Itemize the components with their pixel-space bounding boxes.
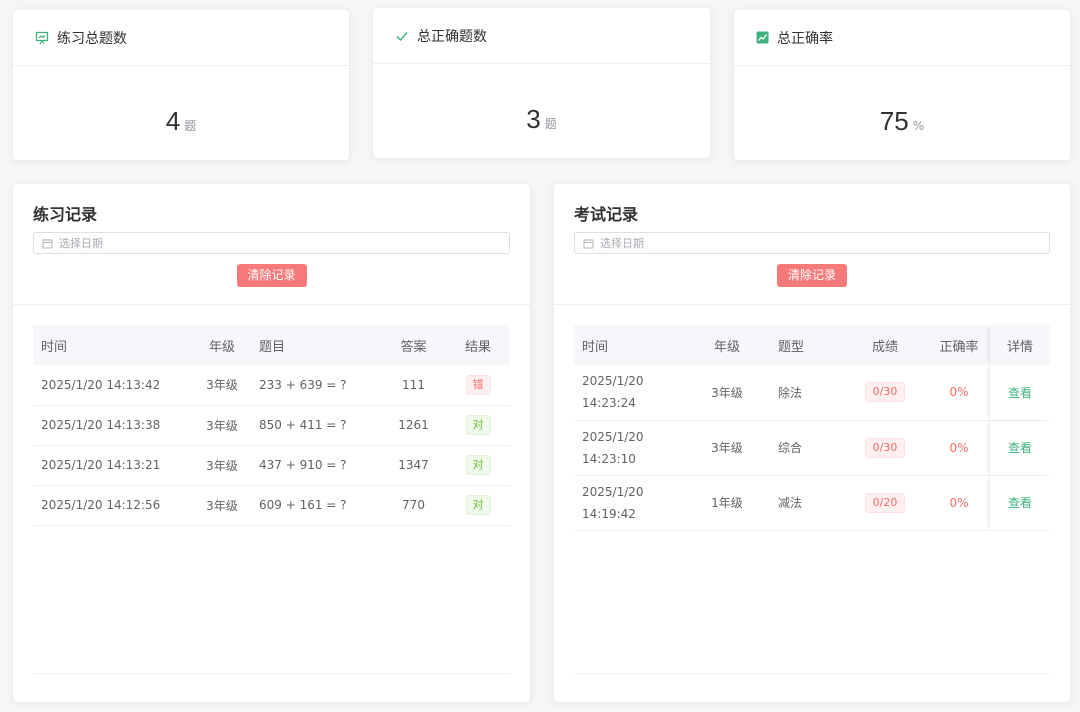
- cell-time: 2025/1/20 14:13:21: [33, 445, 193, 486]
- exam-date-picker[interactable]: 选择日期: [574, 232, 1050, 254]
- stat-label: 总正确题数: [417, 28, 487, 45]
- cell-accuracy: 0%: [928, 420, 990, 476]
- column-header-type: 题型: [770, 325, 842, 365]
- cell-answer: 1347: [381, 445, 446, 486]
- stat-unit: 题: [544, 117, 557, 131]
- column-header-question: 题目: [251, 325, 381, 365]
- cell-time: 2025/1/20 14:19:42: [574, 475, 684, 531]
- stat-value: 3: [526, 104, 541, 134]
- table-row: 2025/1/20 14:13:42 3年级 233 + 639 = ? 111…: [33, 365, 510, 406]
- stat-label: 总正确率: [777, 30, 833, 47]
- stat-unit: %: [912, 119, 925, 133]
- view-detail-link[interactable]: 查看: [1008, 496, 1032, 510]
- table-header-row: 时间 年级 题型 成绩 正确率 详情: [574, 325, 1050, 365]
- cell-clock: 14:23:10: [582, 451, 636, 466]
- stat-card-total-correct: 总正确题数 3 题: [373, 8, 710, 158]
- stat-card-header: 总正确题数: [373, 8, 710, 64]
- cell-grade: 1年级: [684, 475, 770, 531]
- cell-date: 2025/1/20: [582, 484, 644, 499]
- cell-grade: 3年级: [684, 420, 770, 476]
- column-header-time: 时间: [574, 325, 684, 365]
- cell-answer: 770: [381, 485, 446, 526]
- table-row: 2025/1/20 14:12:56 3年级 609 + 161 = ? 770…: [33, 485, 510, 526]
- cell-clock: 14:23:24: [582, 396, 636, 411]
- cell-time: 2025/1/20 14:12:56: [33, 485, 193, 526]
- view-detail-link[interactable]: 查看: [1008, 386, 1032, 400]
- score-tag: 0/30: [864, 382, 906, 403]
- score-tag: 0/30: [864, 437, 906, 458]
- score-tag: 0/20: [864, 492, 906, 513]
- result-tag-right: 对: [465, 415, 491, 435]
- cell-grade: 3年级: [193, 445, 251, 486]
- table-row: 2025/1/20 14:13:21 3年级 437 + 910 = ? 134…: [33, 445, 510, 486]
- cell-time: 2025/1/20 14:13:38: [33, 405, 193, 446]
- cell-question: 609 + 161 = ?: [251, 485, 381, 526]
- table-bottom-border: [33, 673, 510, 674]
- column-header-grade: 年级: [193, 325, 251, 365]
- stat-card-header: 总正确率: [734, 10, 1070, 66]
- presentation-chart-icon: [35, 31, 49, 45]
- cell-time: 2025/1/20 14:13:42: [33, 365, 193, 406]
- stat-card-header: 练习总题数: [13, 10, 349, 66]
- result-tag-wrong: 错: [465, 374, 491, 395]
- cell-date: 2025/1/20: [582, 429, 644, 444]
- cell-accuracy: 0%: [928, 475, 990, 531]
- column-header-grade: 年级: [684, 325, 770, 365]
- trend-chart-icon: [756, 31, 769, 44]
- practice-records-title: 练习记录: [33, 205, 98, 224]
- stat-unit: 题: [184, 119, 197, 133]
- column-header-score: 成绩: [842, 325, 928, 365]
- column-header-time: 时间: [33, 325, 193, 365]
- cell-grade: 3年级: [193, 365, 251, 406]
- cell-type: 除法: [770, 365, 842, 421]
- exam-records-card: 考试记录 选择日期 清除记录 时间 年级 题型 成绩 正确率 详情 2025/1…: [554, 184, 1070, 702]
- cell-clock: 14:19:42: [582, 506, 636, 521]
- cell-question: 233 + 639 = ?: [251, 365, 381, 406]
- clear-exam-records-button[interactable]: 清除记录: [776, 264, 848, 287]
- date-placeholder: 选择日期: [600, 237, 644, 250]
- practice-records-card: 练习记录 选择日期 清除记录 时间 年级 题目 答案 结果 2025/1/20 …: [13, 184, 530, 702]
- stat-value: 75: [879, 106, 909, 136]
- stat-label: 练习总题数: [57, 30, 127, 47]
- column-header-detail: 详情: [990, 325, 1050, 365]
- cell-answer: 111: [381, 365, 446, 406]
- date-placeholder: 选择日期: [59, 237, 103, 250]
- result-tag-right: 对: [465, 495, 491, 515]
- calendar-icon: [42, 238, 53, 249]
- practice-records-table: 时间 年级 题目 答案 结果 2025/1/20 14:13:42 3年级 23…: [33, 325, 510, 526]
- calendar-icon: [583, 238, 594, 249]
- cell-date: 2025/1/20: [582, 374, 644, 389]
- cell-question: 850 + 411 = ?: [251, 405, 381, 446]
- table-row: 2025/1/20 14:13:38 3年级 850 + 411 = ? 126…: [33, 405, 510, 446]
- cell-type: 综合: [770, 420, 842, 476]
- table-row: 2025/1/20 14:19:42 1年级 减法 0/20 0% 查看: [574, 475, 1050, 531]
- practice-date-picker[interactable]: 选择日期: [33, 232, 510, 254]
- cell-time: 2025/1/20 14:23:10: [574, 420, 684, 476]
- cell-accuracy: 0%: [928, 365, 990, 421]
- cell-grade: 3年级: [193, 405, 251, 446]
- check-icon: [395, 29, 409, 43]
- column-header-answer: 答案: [381, 325, 446, 365]
- clear-practice-records-button[interactable]: 清除记录: [236, 264, 307, 287]
- table-row: 2025/1/20 14:23:24 3年级 除法 0/30 0% 查看: [574, 365, 1050, 421]
- cell-grade: 3年级: [193, 485, 251, 526]
- column-header-result: 结果: [446, 325, 510, 365]
- view-detail-link[interactable]: 查看: [1008, 441, 1032, 455]
- exam-records-table: 时间 年级 题型 成绩 正确率 详情 2025/1/20 14:23:24 3年级…: [574, 325, 1050, 531]
- table-bottom-border: [574, 673, 1050, 674]
- cell-time: 2025/1/20 14:23:24: [574, 365, 684, 421]
- result-tag-right: 对: [465, 455, 491, 475]
- cell-question: 437 + 910 = ?: [251, 445, 381, 486]
- exam-records-title: 考试记录: [574, 205, 639, 224]
- stat-card-accuracy: 总正确率 75 %: [734, 10, 1070, 160]
- column-header-accuracy: 正确率: [928, 325, 990, 365]
- table-header-row: 时间 年级 题目 答案 结果: [33, 325, 510, 365]
- table-row: 2025/1/20 14:23:10 3年级 综合 0/30 0% 查看: [574, 420, 1050, 476]
- stat-value: 4: [165, 106, 181, 136]
- cell-type: 减法: [770, 475, 842, 531]
- stat-card-total-questions: 练习总题数 4 题: [13, 10, 349, 160]
- cell-answer: 1261: [381, 405, 446, 446]
- cell-grade: 3年级: [684, 365, 770, 421]
